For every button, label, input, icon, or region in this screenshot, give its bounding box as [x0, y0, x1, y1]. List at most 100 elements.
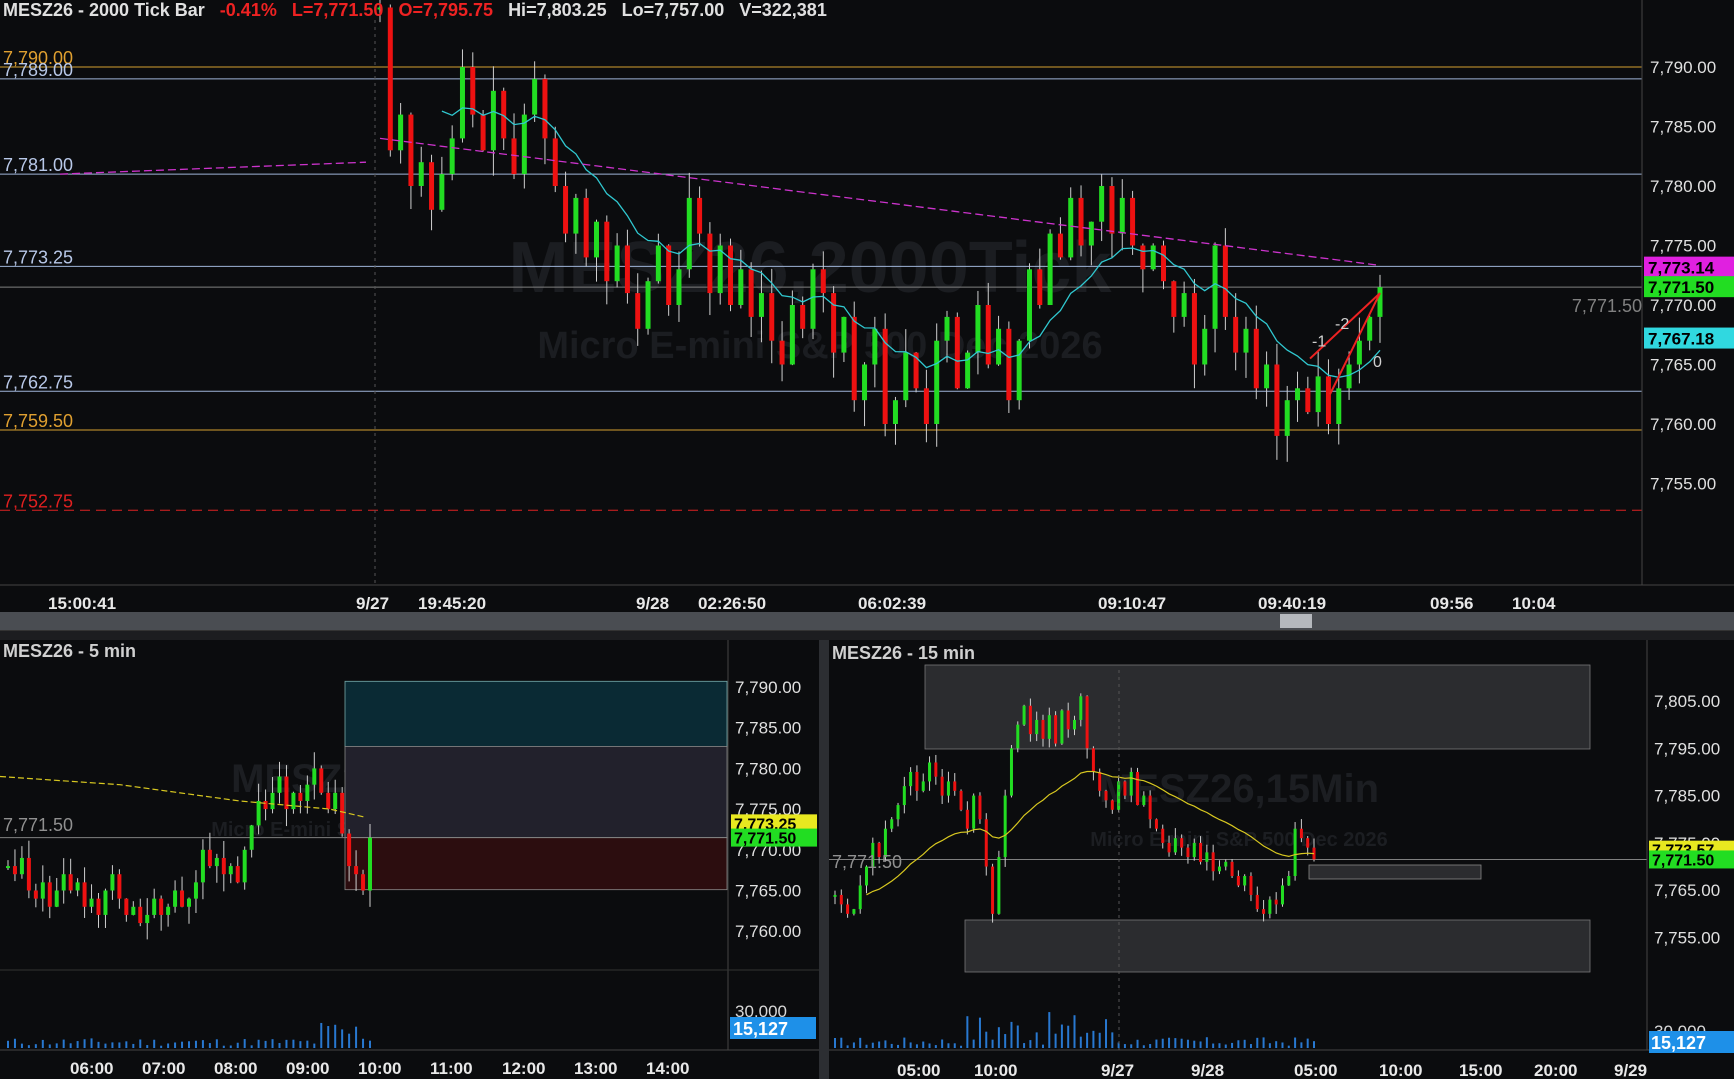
chart-15min-panel[interactable]: MESZ26,15Min Micro E-mini S&P 500 Dec 20… — [829, 640, 1734, 1079]
main-chart-panel[interactable]: MESZ26,2000Tick Micro E-mini S&P 500 Dec… — [0, 0, 1734, 612]
volume-bar — [1186, 1039, 1189, 1048]
main-candle — [1119, 197, 1125, 234]
chart-15min-candle — [1142, 795, 1146, 806]
main-candle — [1222, 245, 1228, 317]
main-chart-header: MESZ26 - 2000 Tick Bar -0.41% L=7,771.50… — [3, 0, 837, 21]
chart-5min-candle — [340, 792, 345, 834]
main-candle — [1264, 364, 1270, 389]
main-candle — [1181, 293, 1187, 317]
price-tick-label: 7,770.00 — [1650, 296, 1716, 315]
price-badge: 7,773.14 — [1648, 259, 1715, 278]
price-tick-label: 7,765.00 — [1650, 356, 1716, 375]
volume-bar — [859, 1037, 862, 1048]
chart-5min-candle — [124, 898, 129, 915]
chart-15min-candle — [1173, 838, 1177, 853]
chart-5min-candle — [214, 857, 219, 867]
volume-bar — [34, 1044, 37, 1048]
target-zone[interactable] — [344, 680, 728, 747]
stop-zone[interactable] — [344, 837, 728, 891]
chart-15min-candle — [902, 786, 906, 806]
chart-15min-candle — [1287, 876, 1291, 886]
price-tick-label: 7,795.00 — [1654, 739, 1720, 758]
last-price-label: 7,771.50 — [1572, 296, 1642, 316]
chart-15min-candle — [839, 894, 843, 905]
main-candle — [769, 293, 775, 341]
chart-15min-candle — [1217, 866, 1221, 872]
vertical-splitter[interactable] — [819, 640, 829, 1079]
chart-15min-candle — [1280, 885, 1284, 905]
horizontal-scrollbar[interactable] — [0, 612, 1734, 630]
volume-bar — [1199, 1041, 1202, 1048]
volume-bar — [1023, 1043, 1026, 1048]
fib-tool-line[interactable] — [1329, 292, 1381, 395]
chart-5min-candle — [96, 898, 101, 915]
volume-bar — [1142, 1045, 1145, 1048]
volume-bar — [1092, 1030, 1095, 1048]
main-chart-svg[interactable]: MESZ26,2000Tick Micro E-mini S&P 500 Dec… — [0, 0, 1734, 612]
chart-5min-candle — [200, 849, 205, 883]
chart-5min-candle — [256, 800, 261, 826]
volume-bar — [264, 1040, 267, 1048]
main-candle — [1099, 186, 1105, 222]
time-axis-label: 9/27 — [356, 594, 389, 612]
horizontal-splitter[interactable] — [0, 630, 1734, 640]
main-candle — [387, 7, 393, 151]
open-price: O=7,795.75 — [398, 0, 494, 20]
time-axis-label: 20:00 — [1534, 1061, 1577, 1079]
chart-15min-candle — [1022, 705, 1026, 725]
main-candle — [903, 352, 909, 401]
chart-15min-candle — [1293, 828, 1297, 877]
volume-bar — [201, 1040, 204, 1048]
entry-zone[interactable] — [344, 746, 728, 838]
time-axis-label: 10:00 — [974, 1061, 1017, 1079]
volume-bar — [1136, 1039, 1139, 1048]
chart-15min-candle — [1236, 876, 1240, 886]
main-candle — [1212, 245, 1218, 329]
minor-zone[interactable] — [1308, 864, 1482, 880]
chart-15min-candle — [1016, 724, 1020, 749]
chart-5min-candle — [347, 833, 352, 867]
main-candle — [1305, 388, 1311, 413]
chart-15min-candle — [1104, 790, 1108, 801]
chart-15min-candle — [1098, 771, 1102, 791]
chart-15min-candle — [953, 781, 957, 791]
main-candle — [820, 269, 826, 294]
chart-15min-candle — [1054, 715, 1058, 744]
volume-bar — [83, 1039, 86, 1048]
volume-bar — [285, 1039, 288, 1048]
chart-5min-candle — [103, 890, 108, 915]
main-candle — [408, 114, 414, 186]
scrollbar-thumb[interactable] — [1280, 614, 1312, 628]
chart-5min-candle — [277, 776, 282, 793]
price-tick-label: 7,785.00 — [1654, 787, 1720, 806]
chart-15min-candle — [896, 805, 900, 820]
volume-bar — [271, 1039, 274, 1048]
chart-15min-candle — [1262, 909, 1266, 914]
chart-5min-candle — [270, 792, 275, 810]
chart-15min-candle — [1079, 696, 1083, 720]
main-candle — [892, 400, 898, 424]
price-tick-label: 7,805.00 — [1654, 692, 1720, 711]
volume-bar — [897, 1044, 900, 1048]
chart-5min-panel[interactable]: MESZ26,5Min Micro E-mini S&P 500 Dec 202… — [0, 640, 819, 1079]
chart-15min-svg[interactable]: MESZ26,15Min Micro E-mini S&P 500 Dec 20… — [829, 640, 1734, 1079]
volume-bar — [947, 1043, 950, 1048]
chart-15min-candle — [1060, 710, 1064, 744]
chart-5min-candle — [235, 866, 240, 883]
main-candle — [614, 245, 620, 282]
main-candle — [1346, 364, 1352, 389]
volume-bar — [334, 1024, 337, 1048]
price-tick-label: 7,780.00 — [735, 759, 801, 778]
demand-zone[interactable] — [964, 919, 1591, 973]
main-candle — [862, 364, 868, 401]
volume-bar — [369, 1040, 371, 1048]
main-candle — [1356, 340, 1362, 365]
chart-5min-candle — [312, 768, 317, 785]
chart-15min-candle — [1085, 696, 1089, 749]
chart-5min-candle — [47, 882, 52, 907]
price-tick-label: 7,785.00 — [735, 719, 801, 738]
chart-5min-candle — [173, 890, 178, 907]
price-badge: 7,771.50 — [1652, 852, 1714, 869]
main-candle — [1243, 328, 1249, 353]
chart-5min-svg[interactable]: MESZ26,5Min Micro E-mini S&P 500 Dec 202… — [0, 640, 819, 1079]
